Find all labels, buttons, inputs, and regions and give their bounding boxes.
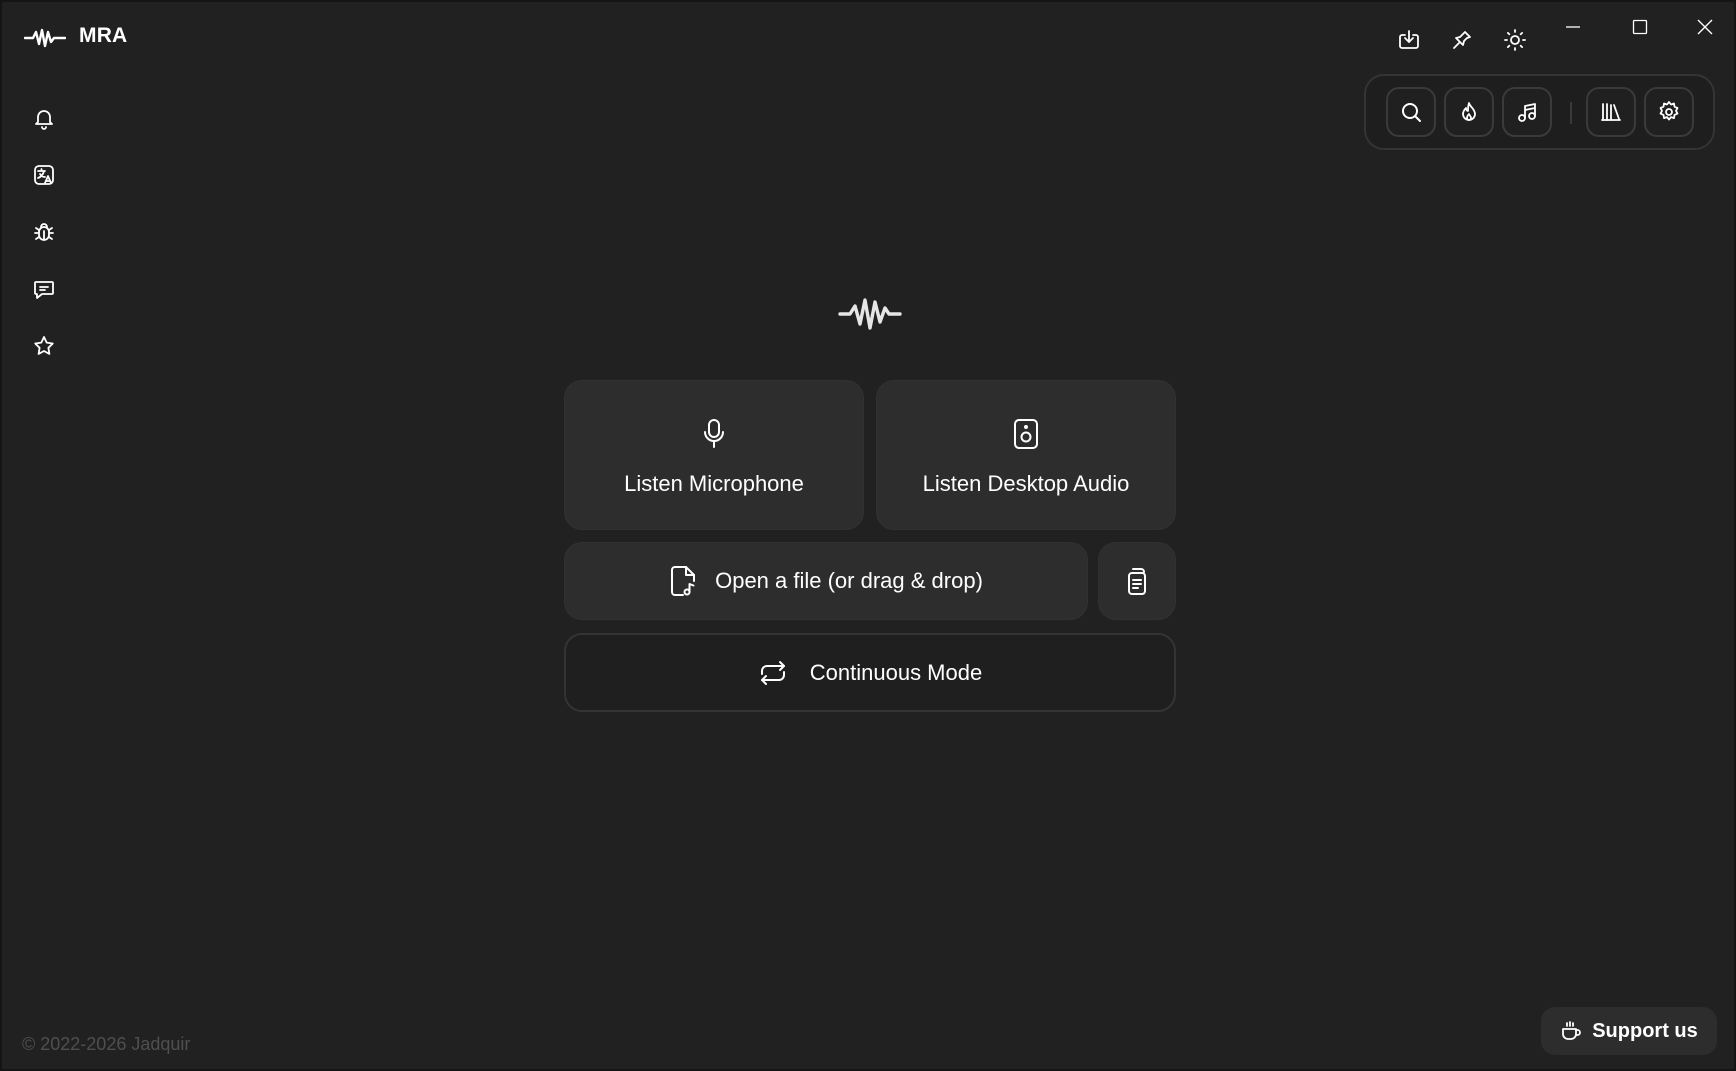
title-bar: MRA — [2, 2, 1734, 74]
flame-icon[interactable] — [1444, 87, 1494, 137]
support-us-button[interactable]: Support us — [1541, 1007, 1717, 1055]
message-icon[interactable] — [26, 271, 62, 307]
listen-desktop-audio-button[interactable]: Listen Desktop Audio — [876, 380, 1176, 530]
app-title: MRA — [79, 24, 128, 47]
bug-icon[interactable] — [26, 214, 62, 250]
continuous-mode-label: Continuous Mode — [809, 659, 983, 685]
listen-microphone-label: Listen Microphone — [624, 471, 804, 496]
gear-icon[interactable] — [1644, 87, 1694, 137]
continuous-mode-button[interactable]: Continuous Mode — [564, 633, 1176, 712]
sun-icon[interactable] — [1501, 26, 1529, 54]
open-file-label: Open a file (or drag & drop) — [715, 568, 983, 593]
library-icon[interactable] — [1586, 87, 1636, 137]
download-icon[interactable] — [1395, 26, 1423, 54]
paste-file-button[interactable] — [1098, 542, 1176, 620]
document-icon — [1124, 567, 1150, 595]
app-window: MRA Listen Microphone Listen Desktop Aud… — [0, 0, 1736, 1071]
music-file-icon — [669, 565, 697, 597]
close-icon[interactable] — [1680, 10, 1730, 44]
pin-icon[interactable] — [1448, 26, 1476, 54]
copyright-text: © 2022-2026 Jadquir — [22, 1034, 191, 1054]
bell-icon[interactable] — [26, 100, 62, 136]
repeat-icon — [758, 660, 788, 686]
speaker-icon — [1009, 417, 1043, 451]
maximize-icon[interactable] — [1615, 10, 1665, 44]
listen-desktop-audio-label: Listen Desktop Audio — [922, 471, 1130, 496]
toolbar-divider — [1570, 102, 1572, 124]
minimize-icon[interactable] — [1548, 10, 1598, 44]
star-icon[interactable] — [26, 328, 62, 364]
quick-toolbar — [1364, 74, 1715, 150]
microphone-icon — [697, 417, 731, 451]
support-us-label: Support us — [1592, 1019, 1698, 1042]
search-icon[interactable] — [1386, 87, 1436, 137]
coffee-cup-icon — [1560, 1020, 1582, 1042]
listen-microphone-button[interactable]: Listen Microphone — [564, 380, 864, 530]
open-file-button[interactable]: Open a file (or drag & drop) — [564, 542, 1088, 620]
translate-icon[interactable] — [26, 157, 62, 193]
waveform-logo-icon — [838, 294, 902, 334]
music-note-icon[interactable] — [1502, 87, 1552, 137]
waveform-icon — [24, 26, 66, 50]
